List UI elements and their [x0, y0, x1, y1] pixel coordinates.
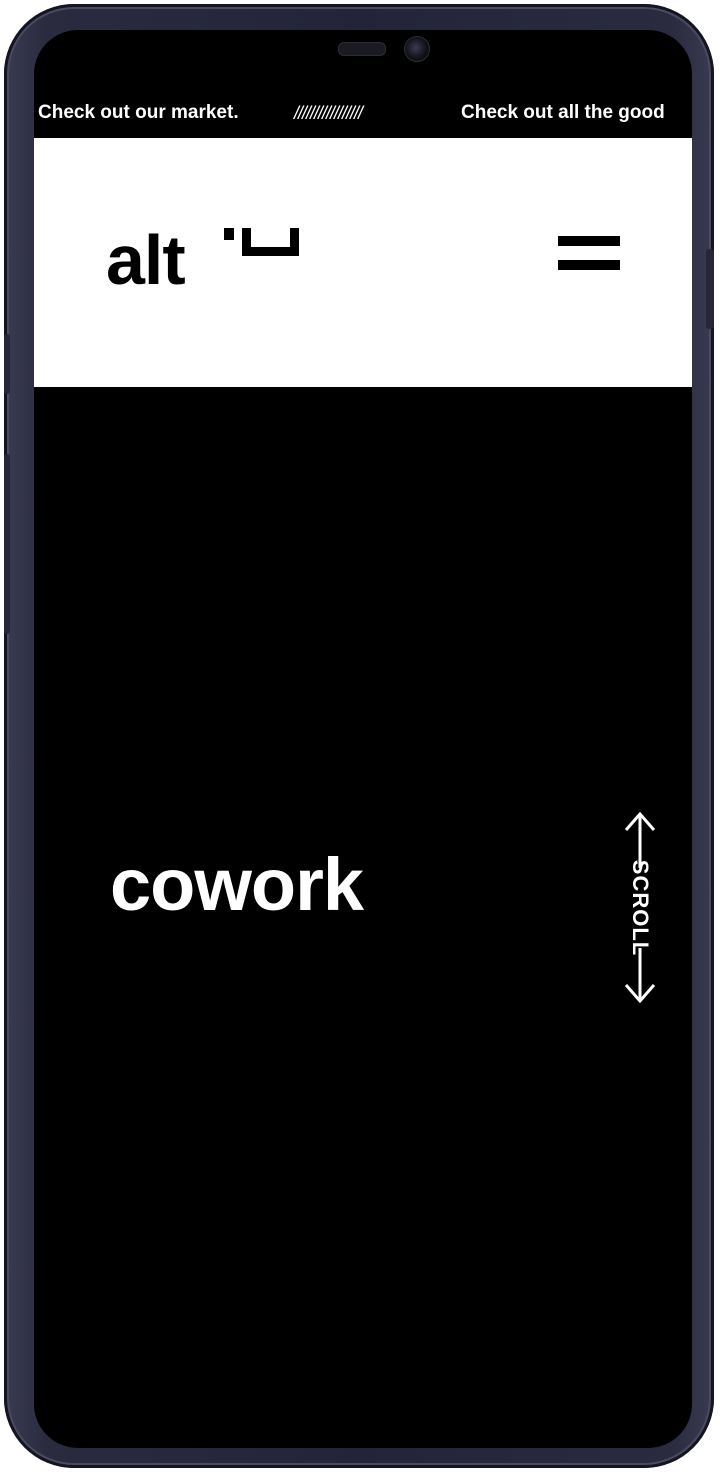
menu-bar	[558, 260, 620, 270]
marquee-ticker[interactable]: Check out our market. ///////////////// …	[34, 90, 692, 136]
scroll-label: SCROLL	[628, 859, 653, 956]
scroll-indicator[interactable]: SCROLL	[618, 810, 662, 1005]
volume-button	[4, 454, 10, 634]
menu-bar	[558, 236, 620, 246]
hamburger-menu-icon[interactable]	[558, 230, 620, 280]
ticker-item[interactable]: Check out all the good	[461, 90, 665, 136]
notch	[268, 30, 458, 80]
ticker-item[interactable]: Check out our market.	[38, 90, 239, 136]
site-header: alt	[34, 138, 692, 387]
phone-screen: Check out our market. ///////////////// …	[34, 30, 692, 1448]
alert-slider	[4, 334, 10, 394]
logo-wordmark: alt	[106, 221, 186, 299]
phone-frame: Check out our market. ///////////////// …	[4, 4, 714, 1468]
front-camera	[404, 36, 430, 62]
power-button	[706, 249, 714, 329]
earpiece-speaker	[338, 42, 386, 56]
ticker-separator: /////////////////	[294, 103, 363, 123]
bracket-mark-icon	[224, 228, 299, 256]
hero-title: cowork	[110, 843, 364, 926]
